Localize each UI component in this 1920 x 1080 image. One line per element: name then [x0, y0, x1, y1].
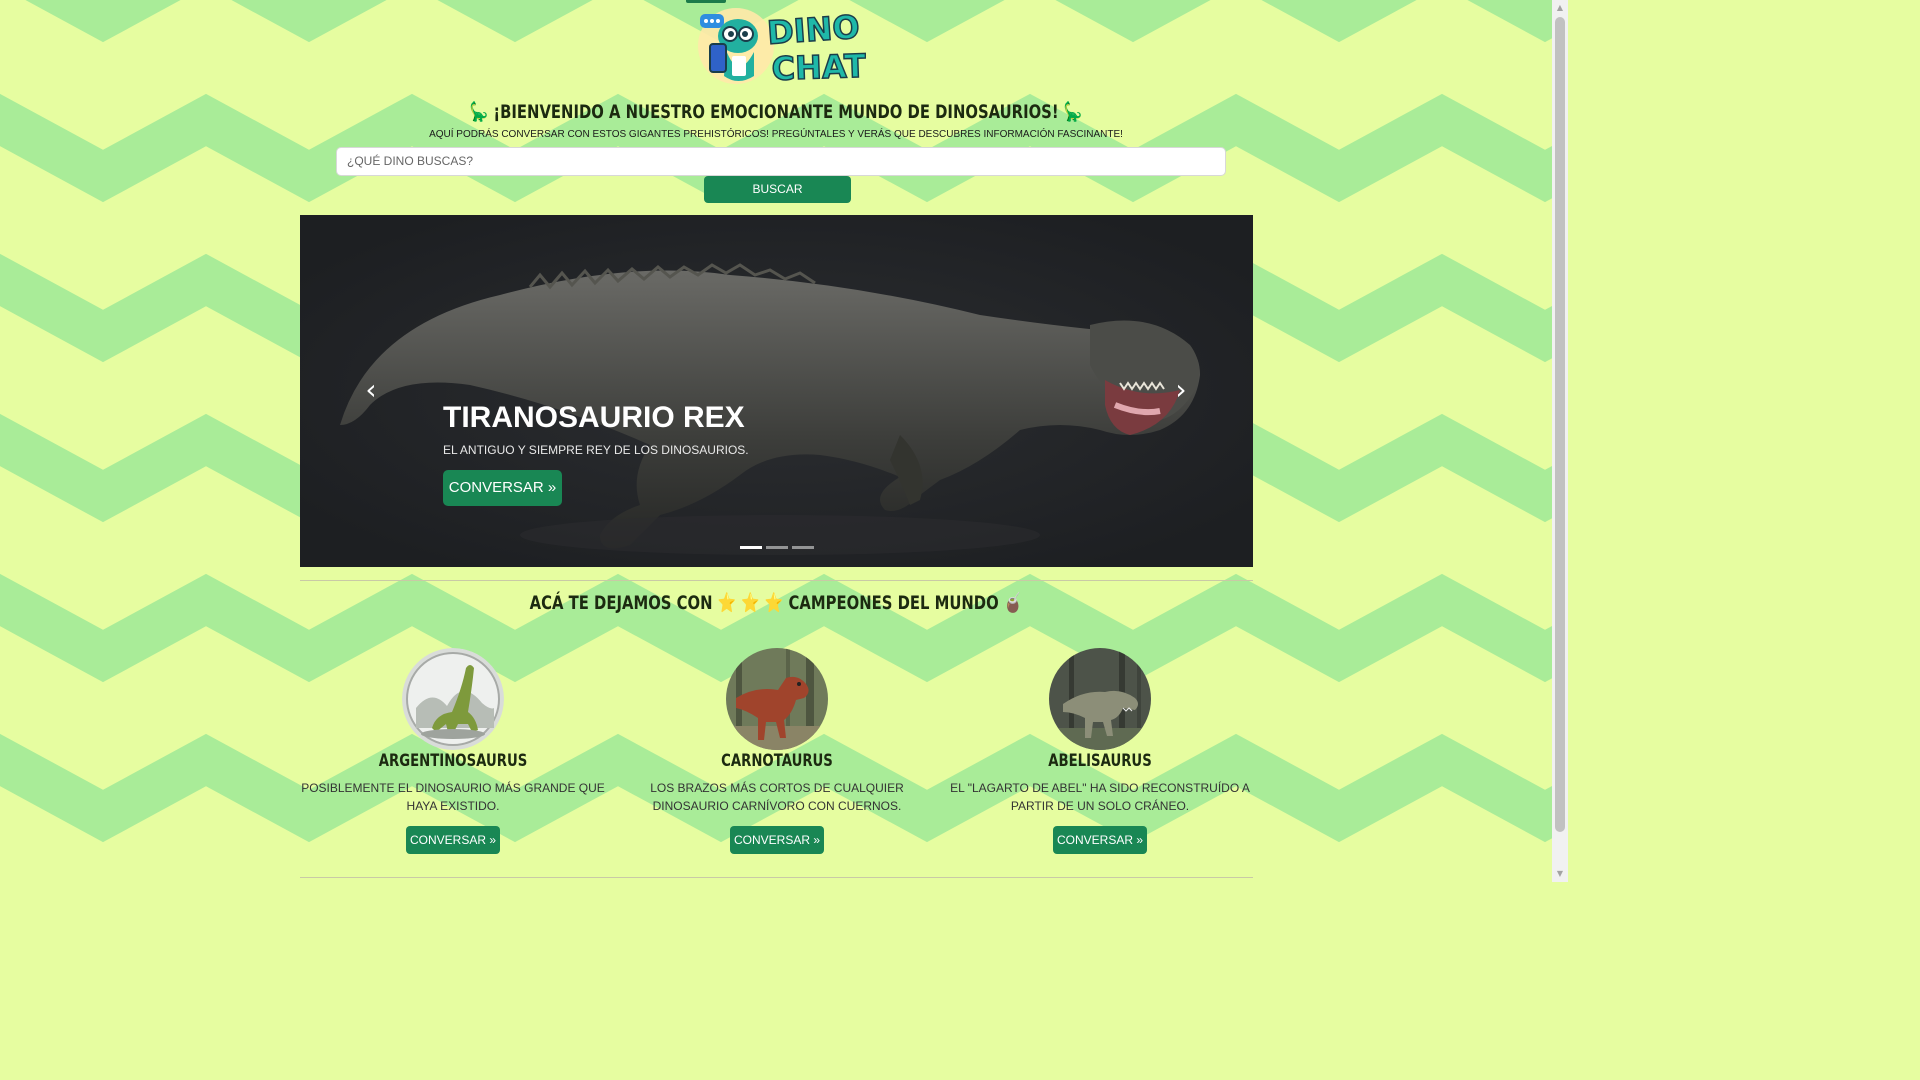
t-rex-image: [300, 215, 1253, 567]
carousel-indicator-3[interactable]: [792, 546, 814, 549]
scroll-down-arrow-icon[interactable]: ▼: [1552, 866, 1568, 882]
hero-carousel[interactable]: TIRANOSAURIO REX EL ANTIGUO Y SIEMPRE RE…: [300, 215, 1253, 567]
carnotaurus-avatar: [726, 648, 828, 750]
card-description: LOS BRAZOS MÁS CORTOS DE CUALQUIER DINOS…: [650, 781, 904, 813]
carousel-description: EL ANTIGUO Y SIEMPRE REY DE LOS DINOSAUR…: [443, 443, 749, 457]
argentinosaurus-avatar: [402, 648, 504, 750]
carousel-indicator-1[interactable]: [740, 546, 762, 549]
card-title: ABELISAURUS: [1048, 751, 1152, 771]
mate-icon: 🧉: [1003, 592, 1023, 614]
search-input[interactable]: [336, 147, 1226, 176]
divider-top: [300, 580, 1253, 581]
chevron-right-icon[interactable]: ›: [1166, 375, 1196, 405]
card-title: ARGENTINOSAURUS: [378, 751, 528, 771]
card-chat-button[interactable]: CONVERSAR »: [406, 826, 500, 854]
welcome-heading: 🦕 ¡BIENVENIDO A NUESTRO EMOCIONANTE MUND…: [171, 100, 1382, 123]
card-chat-button[interactable]: CONVERSAR »: [730, 826, 824, 854]
champions-text-right: CAMPEONES DEL MUNDO: [788, 592, 999, 614]
scrollbar-thumb[interactable]: [1555, 17, 1565, 832]
welcome-subtitle: AQUÍ PODRÁS CONVERSAR CON ESTOS GIGANTES…: [429, 129, 1123, 140]
card-description: POSIBLEMENTE EL DINOSAURIO MÁS GRANDE QU…: [301, 781, 605, 813]
champions-heading: ACÁ TE DEJAMOS CON ⭐ ⭐ ⭐ CAMPEONES DEL M…: [171, 591, 1382, 614]
card-description: EL "LAGARTO DE ABEL" HA SIDO RECONSTRUÍD…: [950, 781, 1250, 813]
dinosaur-icon-right: 🦕: [1063, 101, 1083, 123]
logo-text-dino: DINO: [766, 8, 861, 52]
welcome-text: ¡BIENVENIDO A NUESTRO EMOCIONANTE MUNDO …: [493, 101, 1059, 123]
dino-chat-logo[interactable]: DINO CHAT: [688, 6, 868, 89]
carousel-indicators: [740, 546, 820, 549]
card-title: CARNOTAURUS: [721, 751, 833, 771]
carousel-title: TIRANOSAURIO REX: [443, 401, 745, 434]
top-tab-indicator: [686, 0, 726, 3]
vertical-scrollbar[interactable]: ▲ ▼: [1552, 0, 1568, 882]
dinosaur-icon-left: 🦕: [469, 101, 489, 123]
scroll-up-arrow-icon[interactable]: ▲: [1552, 0, 1568, 16]
carousel-indicator-2[interactable]: [766, 546, 788, 549]
search-button[interactable]: BUSCAR: [704, 176, 851, 203]
carousel-chat-button[interactable]: CONVERSAR »: [443, 470, 562, 506]
divider-bottom: [300, 877, 1253, 878]
champions-text-left: ACÁ TE DEJAMOS CON: [529, 592, 713, 614]
logo-text-chat: CHAT: [771, 47, 866, 86]
card-chat-button[interactable]: CONVERSAR »: [1053, 826, 1147, 854]
chevron-left-icon[interactable]: ‹: [356, 375, 386, 405]
page: DINO CHAT 🦕 ¡BIENVENIDO A NUESTRO EMOCIO…: [0, 0, 1552, 882]
abelisaurus-avatar: [1049, 648, 1151, 750]
star-icons: ⭐ ⭐ ⭐: [717, 592, 784, 614]
